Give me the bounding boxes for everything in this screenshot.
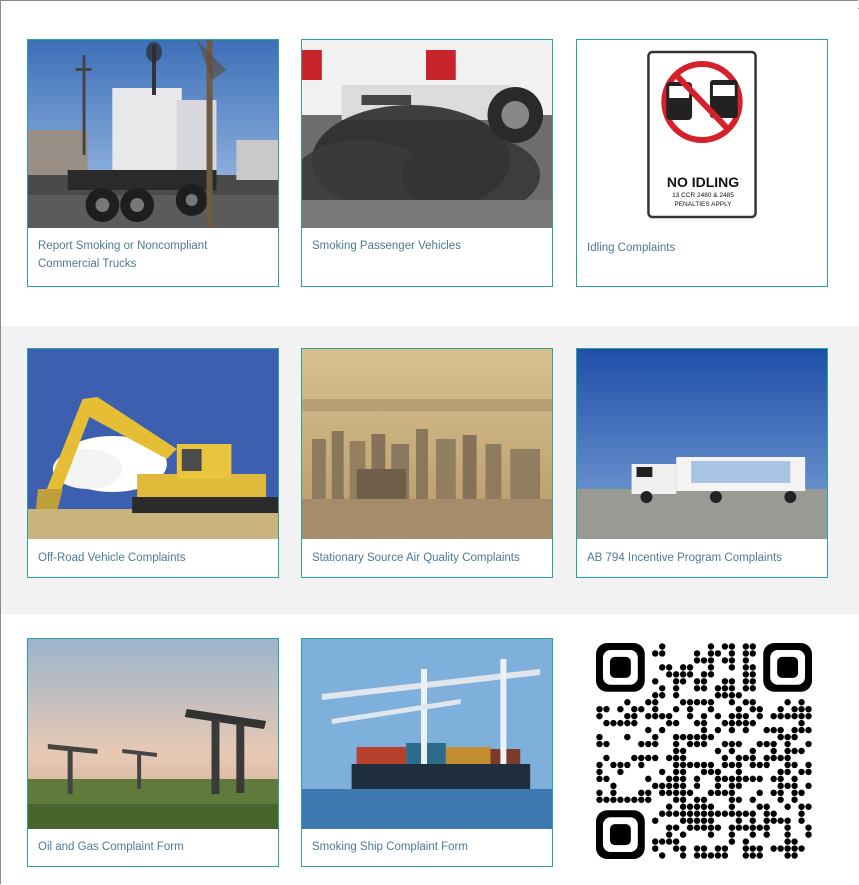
card-label: Smoking Passenger Vehicles <box>312 240 461 252</box>
card-label: Smoking Ship Complaint Form <box>312 841 468 853</box>
card-commercial-trucks[interactable]: Report Smoking or Noncompliant Commercia… <box>27 39 279 287</box>
no-idling-sign-image <box>577 40 827 228</box>
no-idling-sign-icon <box>647 50 757 219</box>
card-smoking-passenger-vehicles[interactable]: Smoking Passenger Vehicles <box>301 39 553 287</box>
commercial-truck-image <box>28 40 278 228</box>
no-idling-regulation: 13 CCR 2480 & 2485 <box>672 192 734 199</box>
card-label: Off-Road Vehicle Complaints <box>38 552 186 564</box>
card-oil-and-gas[interactable]: Oil and Gas Complaint Form <box>27 638 279 867</box>
card-stationary-source[interactable]: Stationary Source Air Quality Complaints <box>301 348 553 578</box>
card-label: AB 794 Incentive Program Complaints <box>587 552 782 564</box>
oil-pump-image <box>28 639 278 829</box>
card-smoking-ship[interactable]: Smoking Ship Complaint Form <box>301 638 553 867</box>
card-label: Idling Complaints <box>587 242 676 254</box>
card-label: Oil and Gas Complaint Form <box>38 841 184 853</box>
card-idling-complaints[interactable]: NO IDLING 13 CCR 2480 & 2485 PENALTIES A… <box>576 39 828 287</box>
card-ab794-incentive[interactable]: AB 794 Incentive Program Complaints <box>576 348 828 578</box>
smoking-vehicle-image <box>302 40 552 228</box>
no-idling-penalties: PENALTIES APPLY <box>674 201 732 208</box>
electric-truck-image <box>577 349 827 539</box>
hazy-city-image <box>302 349 552 539</box>
excavator-image <box>28 349 278 539</box>
qr-code-icon[interactable] <box>596 643 812 859</box>
card-label: Report Smoking or Noncompliant Commercia… <box>38 240 208 270</box>
container-ship-image <box>302 639 552 829</box>
no-idling-title: NO IDLING <box>666 174 740 190</box>
card-off-road-vehicle[interactable]: Off-Road Vehicle Complaints <box>27 348 279 578</box>
card-label: Stationary Source Air Quality Complaints <box>312 552 520 564</box>
